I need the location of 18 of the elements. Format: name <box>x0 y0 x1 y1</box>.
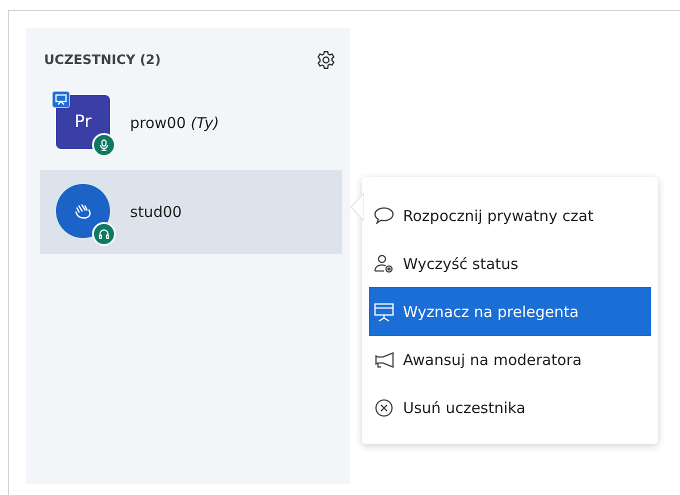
presentation-icon <box>373 302 395 322</box>
speech-bubble-icon <box>373 206 395 226</box>
panel-title: UCZESTNICY (2) <box>44 52 161 68</box>
menu-item[interactable]: Rozpocznij prywatny czat <box>369 191 651 240</box>
user-icon <box>373 254 395 274</box>
menu-item[interactable]: Wyczyść status <box>369 239 651 288</box>
headphones-badge <box>92 222 116 246</box>
menu-item[interactable]: Awansuj na moderatora <box>369 335 651 384</box>
user-name: stud00 <box>130 203 182 221</box>
participant-item[interactable]: stud00 <box>40 170 342 254</box>
participant-item[interactable]: Pr prow00 (Ty) <box>40 86 342 160</box>
hand-icon <box>73 202 93 220</box>
settings-icon <box>316 50 336 70</box>
menu-item[interactable]: Wyznacz na prelegenta <box>369 287 651 336</box>
remove-icon <box>373 398 395 418</box>
megaphone-icon <box>373 350 395 370</box>
menu-item[interactable]: Usuń uczestnika <box>369 383 651 432</box>
user-name: prow00 (Ty) <box>130 114 220 132</box>
